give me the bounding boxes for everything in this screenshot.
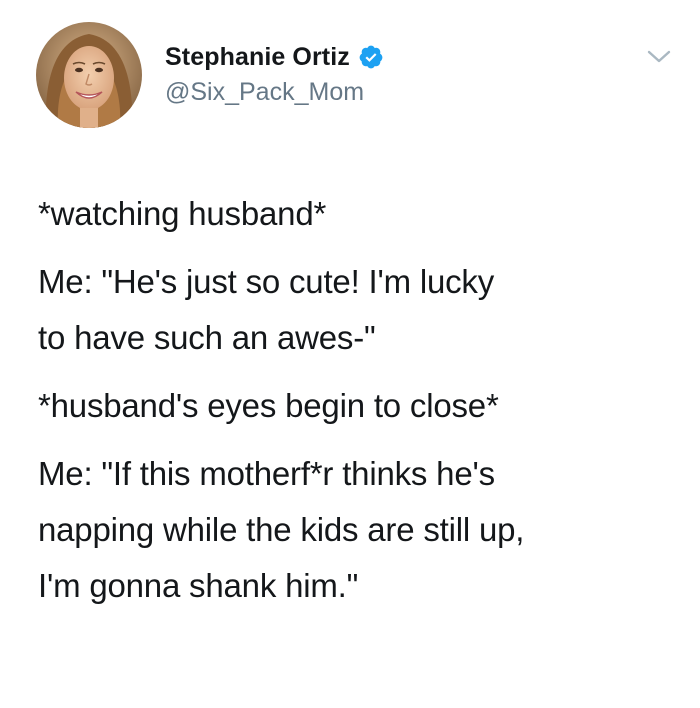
verified-badge-icon xyxy=(358,44,384,70)
tweet-text: *watching husband* Me: "He's just so cut… xyxy=(38,186,680,614)
author-display-name[interactable]: Stephanie Ortiz xyxy=(165,43,350,72)
tweet-line: I'm gonna shank him." xyxy=(38,567,359,604)
avatar[interactable] xyxy=(36,22,142,128)
author-name-row: Stephanie Ortiz xyxy=(165,40,384,74)
tweet-card: Stephanie Ortiz @Six_Pack_Mom *watching … xyxy=(0,0,700,708)
tweet-line: to have such an awes-" xyxy=(38,319,376,356)
tweet-line: *husband's eyes begin to close* xyxy=(38,387,499,424)
tweet-line: Me: "He's just so cute! I'm lucky xyxy=(38,263,495,300)
author-handle[interactable]: @Six_Pack_Mom xyxy=(165,78,364,107)
profile-photo-icon xyxy=(36,22,142,128)
tweet-line: napping while the kids are still up, xyxy=(38,511,525,548)
tweet-line: *watching husband* xyxy=(38,195,327,232)
tweet-line: Me: "If this motherf*r thinks he's xyxy=(38,455,495,492)
chevron-down-icon[interactable] xyxy=(646,48,672,66)
